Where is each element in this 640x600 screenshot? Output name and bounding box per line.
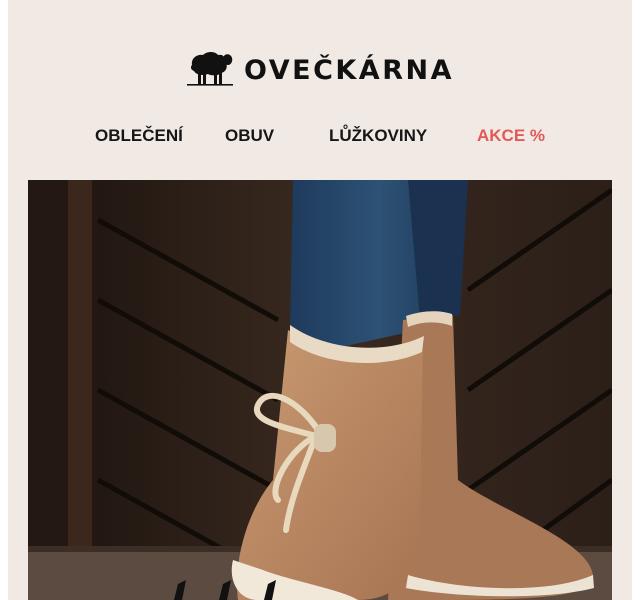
nav-link-obuv[interactable]: OBUV xyxy=(225,126,274,146)
nav-link-luzkoviny[interactable]: LŮŽKOVINY xyxy=(329,126,427,146)
logo-link[interactable]: OVEČKÁRNA xyxy=(186,48,454,93)
main-nav: OBLEČENÍ OBUV LŮŽKOVINY AKCE % xyxy=(8,120,632,154)
header-logo-row: OVEČKÁRNA xyxy=(8,44,632,96)
nav-link-akce[interactable]: AKCE % xyxy=(477,126,545,146)
sheep-icon xyxy=(186,48,234,93)
newsletter-container: OVEČKÁRNA OBLEČENÍ OBUV LŮŽKOVINY AKCE % xyxy=(8,0,632,600)
nav-link-obleceni[interactable]: OBLEČENÍ xyxy=(95,126,183,146)
brand-name: OVEČKÁRNA xyxy=(244,54,454,86)
hero-image xyxy=(28,180,612,600)
hero-image-link[interactable] xyxy=(28,180,612,600)
